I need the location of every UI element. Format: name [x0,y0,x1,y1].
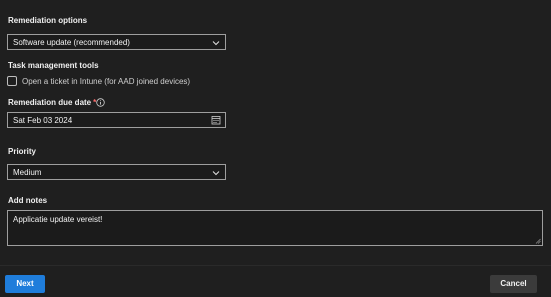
intune-ticket-checkbox[interactable] [7,76,17,86]
resize-handle-icon[interactable] [535,238,541,244]
priority-value: Medium [13,168,42,177]
calendar-icon[interactable] [211,115,221,125]
intune-ticket-label: Open a ticket in Intune (for AAD joined … [22,77,191,86]
due-date-label-text: Remediation due date [8,98,92,107]
next-button[interactable]: Next [5,275,45,293]
notes-textarea[interactable]: Applicatie update vereist! [7,210,543,246]
cancel-button[interactable]: Cancel [490,275,537,293]
add-notes-label: Add notes [8,196,48,205]
task-management-label: Task management tools [8,61,99,70]
info-icon[interactable] [96,98,105,107]
footer-divider [0,265,551,266]
chevron-down-icon [212,171,220,176]
notes-value: Applicatie update vereist! [13,215,103,224]
priority-dropdown[interactable]: Medium [7,164,226,180]
remediation-options-label: Remediation options [8,16,88,25]
due-date-label: Remediation due date * [8,98,96,108]
due-date-value: Sat Feb 03 2024 [13,116,73,125]
due-date-input[interactable]: Sat Feb 03 2024 [7,112,226,128]
remediation-options-value: Software update (recommended) [13,38,130,47]
priority-label: Priority [8,147,37,156]
chevron-down-icon [212,41,220,46]
remediation-options-dropdown[interactable]: Software update (recommended) [7,34,226,50]
